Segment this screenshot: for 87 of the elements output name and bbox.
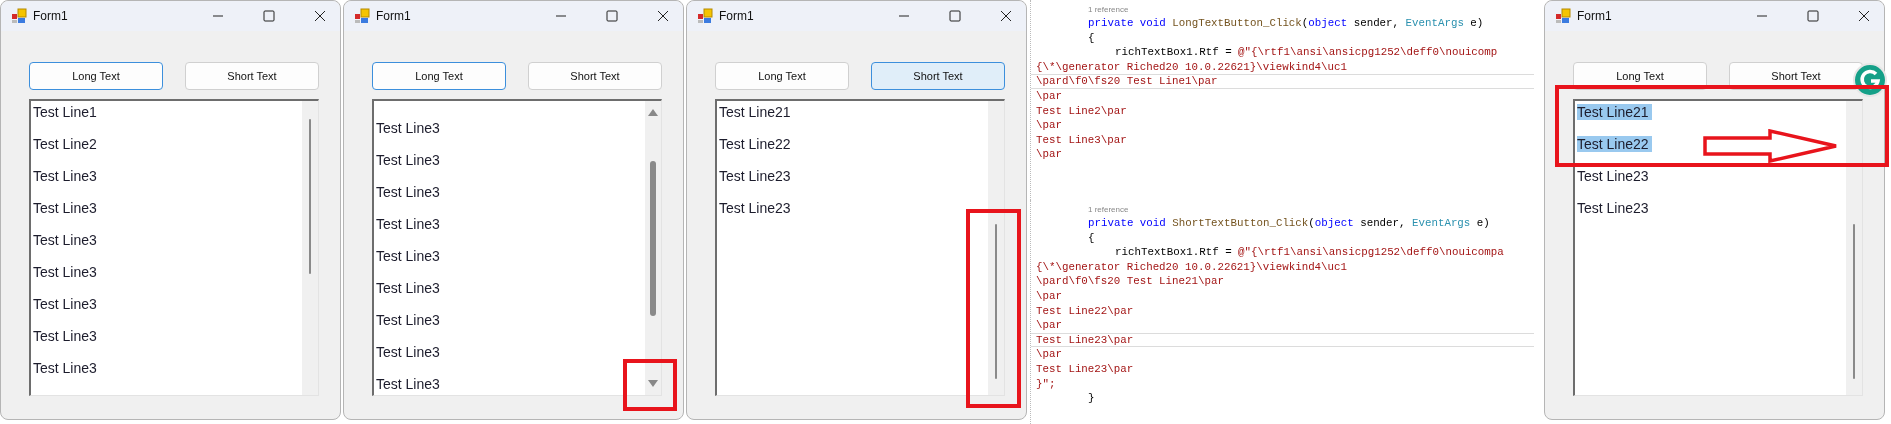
window-title: Form1 [719, 9, 754, 23]
code-line: private void ShortTextButton_Click(object sender, EventArgs e) [1087, 216, 1491, 231]
round-badge-icon[interactable] [1853, 63, 1887, 97]
text-button[interactable]: Short Text [528, 62, 662, 90]
text-line: Test Line3 [33, 232, 98, 248]
scrollbar-track[interactable] [1846, 101, 1862, 395]
text-line: Test Line3 [33, 328, 98, 344]
code-line: Test Line2\par [1035, 103, 1128, 119]
text-line: Test Line3 [33, 168, 98, 184]
reference-count[interactable]: 1 reference [1031, 204, 1534, 216]
close-icon[interactable] [1000, 10, 1012, 22]
text-line: Test Line23 [1577, 168, 1650, 184]
code-line: Test Line23\par [1035, 361, 1135, 377]
text-button[interactable]: Short Text [185, 62, 319, 90]
app-icon [354, 8, 370, 24]
text-line: Test Line3 [376, 248, 441, 264]
text-line: Test Line3 [376, 280, 441, 296]
text-line: Test Line3 [33, 264, 98, 280]
code-line: } [1087, 391, 1096, 406]
code-line: Test Line3\par [1035, 132, 1128, 148]
rich-text-box[interactable]: Test Line21 Test Line22 Test Line23 Test Line23 [1573, 99, 1863, 396]
text-line: Test Line3 [376, 184, 441, 200]
scroll-up-icon[interactable] [648, 109, 658, 116]
rich-text-box[interactable]: Test Line1 Test Line2 Test Line3 Test Line3 Test Line3 Test Line3 Test Line3 Test Line3 Test Line3 [29, 99, 319, 396]
close-icon[interactable] [1858, 10, 1870, 22]
text-line: Test Line3 [376, 216, 441, 232]
code-line: Test Line22\par [1035, 303, 1135, 319]
code-line: {\*\generator Riched20 10.0.22621}\viewkind4\uc1 [1035, 59, 1348, 75]
code-line: \pard\f0\fs20 Test Line1\par [1031, 74, 1534, 89]
code-line: \par [1035, 347, 1063, 362]
code-line: {\*\generator Riched20 10.0.22621}\viewkind4\uc1 [1035, 259, 1348, 275]
code-line: \par [1035, 118, 1063, 133]
code-line: \par [1035, 88, 1063, 104]
code-line: { [1087, 30, 1096, 46]
annotation-frame [623, 359, 677, 411]
code-line: Test Line23\par [1031, 332, 1534, 348]
text-button[interactable]: Long Text [29, 62, 163, 90]
text-button[interactable]: Long Text [715, 62, 849, 90]
text-line: Test Line3 [376, 120, 441, 136]
text-button[interactable]: Short Text [871, 62, 1005, 90]
close-icon[interactable] [314, 10, 326, 22]
text-line: Test Line3 [33, 360, 98, 376]
text-line: Test Line23 [719, 168, 792, 184]
app-icon [1555, 8, 1571, 24]
code-line: private void LongTextButton_Click(object sender, EventArgs e) [1087, 16, 1485, 31]
maximize-icon[interactable] [949, 10, 961, 22]
reference-count[interactable]: 1 reference [1031, 4, 1534, 16]
code-line: \pard\f0\fs20 Test Line21\par [1035, 274, 1225, 289]
code-line: \par [1035, 288, 1063, 304]
code-line: richTextBox1.Rtf = @"{\rtf1\ansi\ansicpg1252\deff0\nouicompa [1114, 245, 1505, 260]
window-title: Form1 [33, 9, 68, 23]
window-title: Form1 [376, 9, 411, 23]
code-line: { [1087, 230, 1096, 246]
text-line: Test Line3 [376, 344, 441, 360]
scrollbar-thumb[interactable] [1853, 224, 1855, 379]
text-line: Test Line1 [33, 104, 98, 120]
maximize-icon[interactable] [263, 10, 275, 22]
app-icon [697, 8, 713, 24]
text-line: Test Line22 [719, 136, 792, 152]
scroll-down-icon[interactable] [648, 380, 658, 387]
text-line: Test Line23 [1577, 200, 1650, 216]
scrollbar-thumb[interactable] [309, 119, 311, 274]
code-line: \par [1035, 318, 1063, 333]
scrollbar-thumb[interactable] [650, 161, 656, 316]
text-line: Test Line23 [719, 200, 792, 216]
maximize-icon[interactable] [606, 10, 618, 22]
text-line: Test Line3 [33, 296, 98, 312]
text-line: Test Line3 [376, 152, 441, 168]
close-icon[interactable] [657, 10, 669, 22]
text-line: Test Line3 [376, 376, 441, 392]
window-title: Form1 [1577, 9, 1612, 23]
code-line: richTextBox1.Rtf = @"{\rtf1\ansi\ansicpg1252\deff0\nouicomp [1114, 45, 1499, 60]
code-line: }"; [1035, 376, 1057, 392]
text-line: Test Line2 [33, 136, 98, 152]
text-line: Test Line21 [719, 104, 792, 120]
app-icon [11, 8, 27, 24]
text-line: Test Line3 [376, 312, 441, 328]
text-button[interactable]: Long Text [372, 62, 506, 90]
scrollbar-track[interactable] [988, 101, 1004, 395]
scrollbar-track[interactable] [302, 101, 318, 395]
rich-text-box[interactable]: Test Line3 Test Line3 Test Line3 Test Line3 Test Line3 Test Line3 Test Line3 Test Line3 Test Line3 [372, 99, 662, 396]
scrollbar-track[interactable] [645, 101, 661, 395]
maximize-icon[interactable] [1807, 10, 1819, 22]
text-line: Test Line3 [33, 200, 98, 216]
code-line: \par [1035, 147, 1063, 162]
rich-text-box[interactable]: Test Line21 Test Line22 Test Line23 Test Line23 [715, 99, 1005, 396]
scrollbar-thumb[interactable] [995, 224, 997, 379]
